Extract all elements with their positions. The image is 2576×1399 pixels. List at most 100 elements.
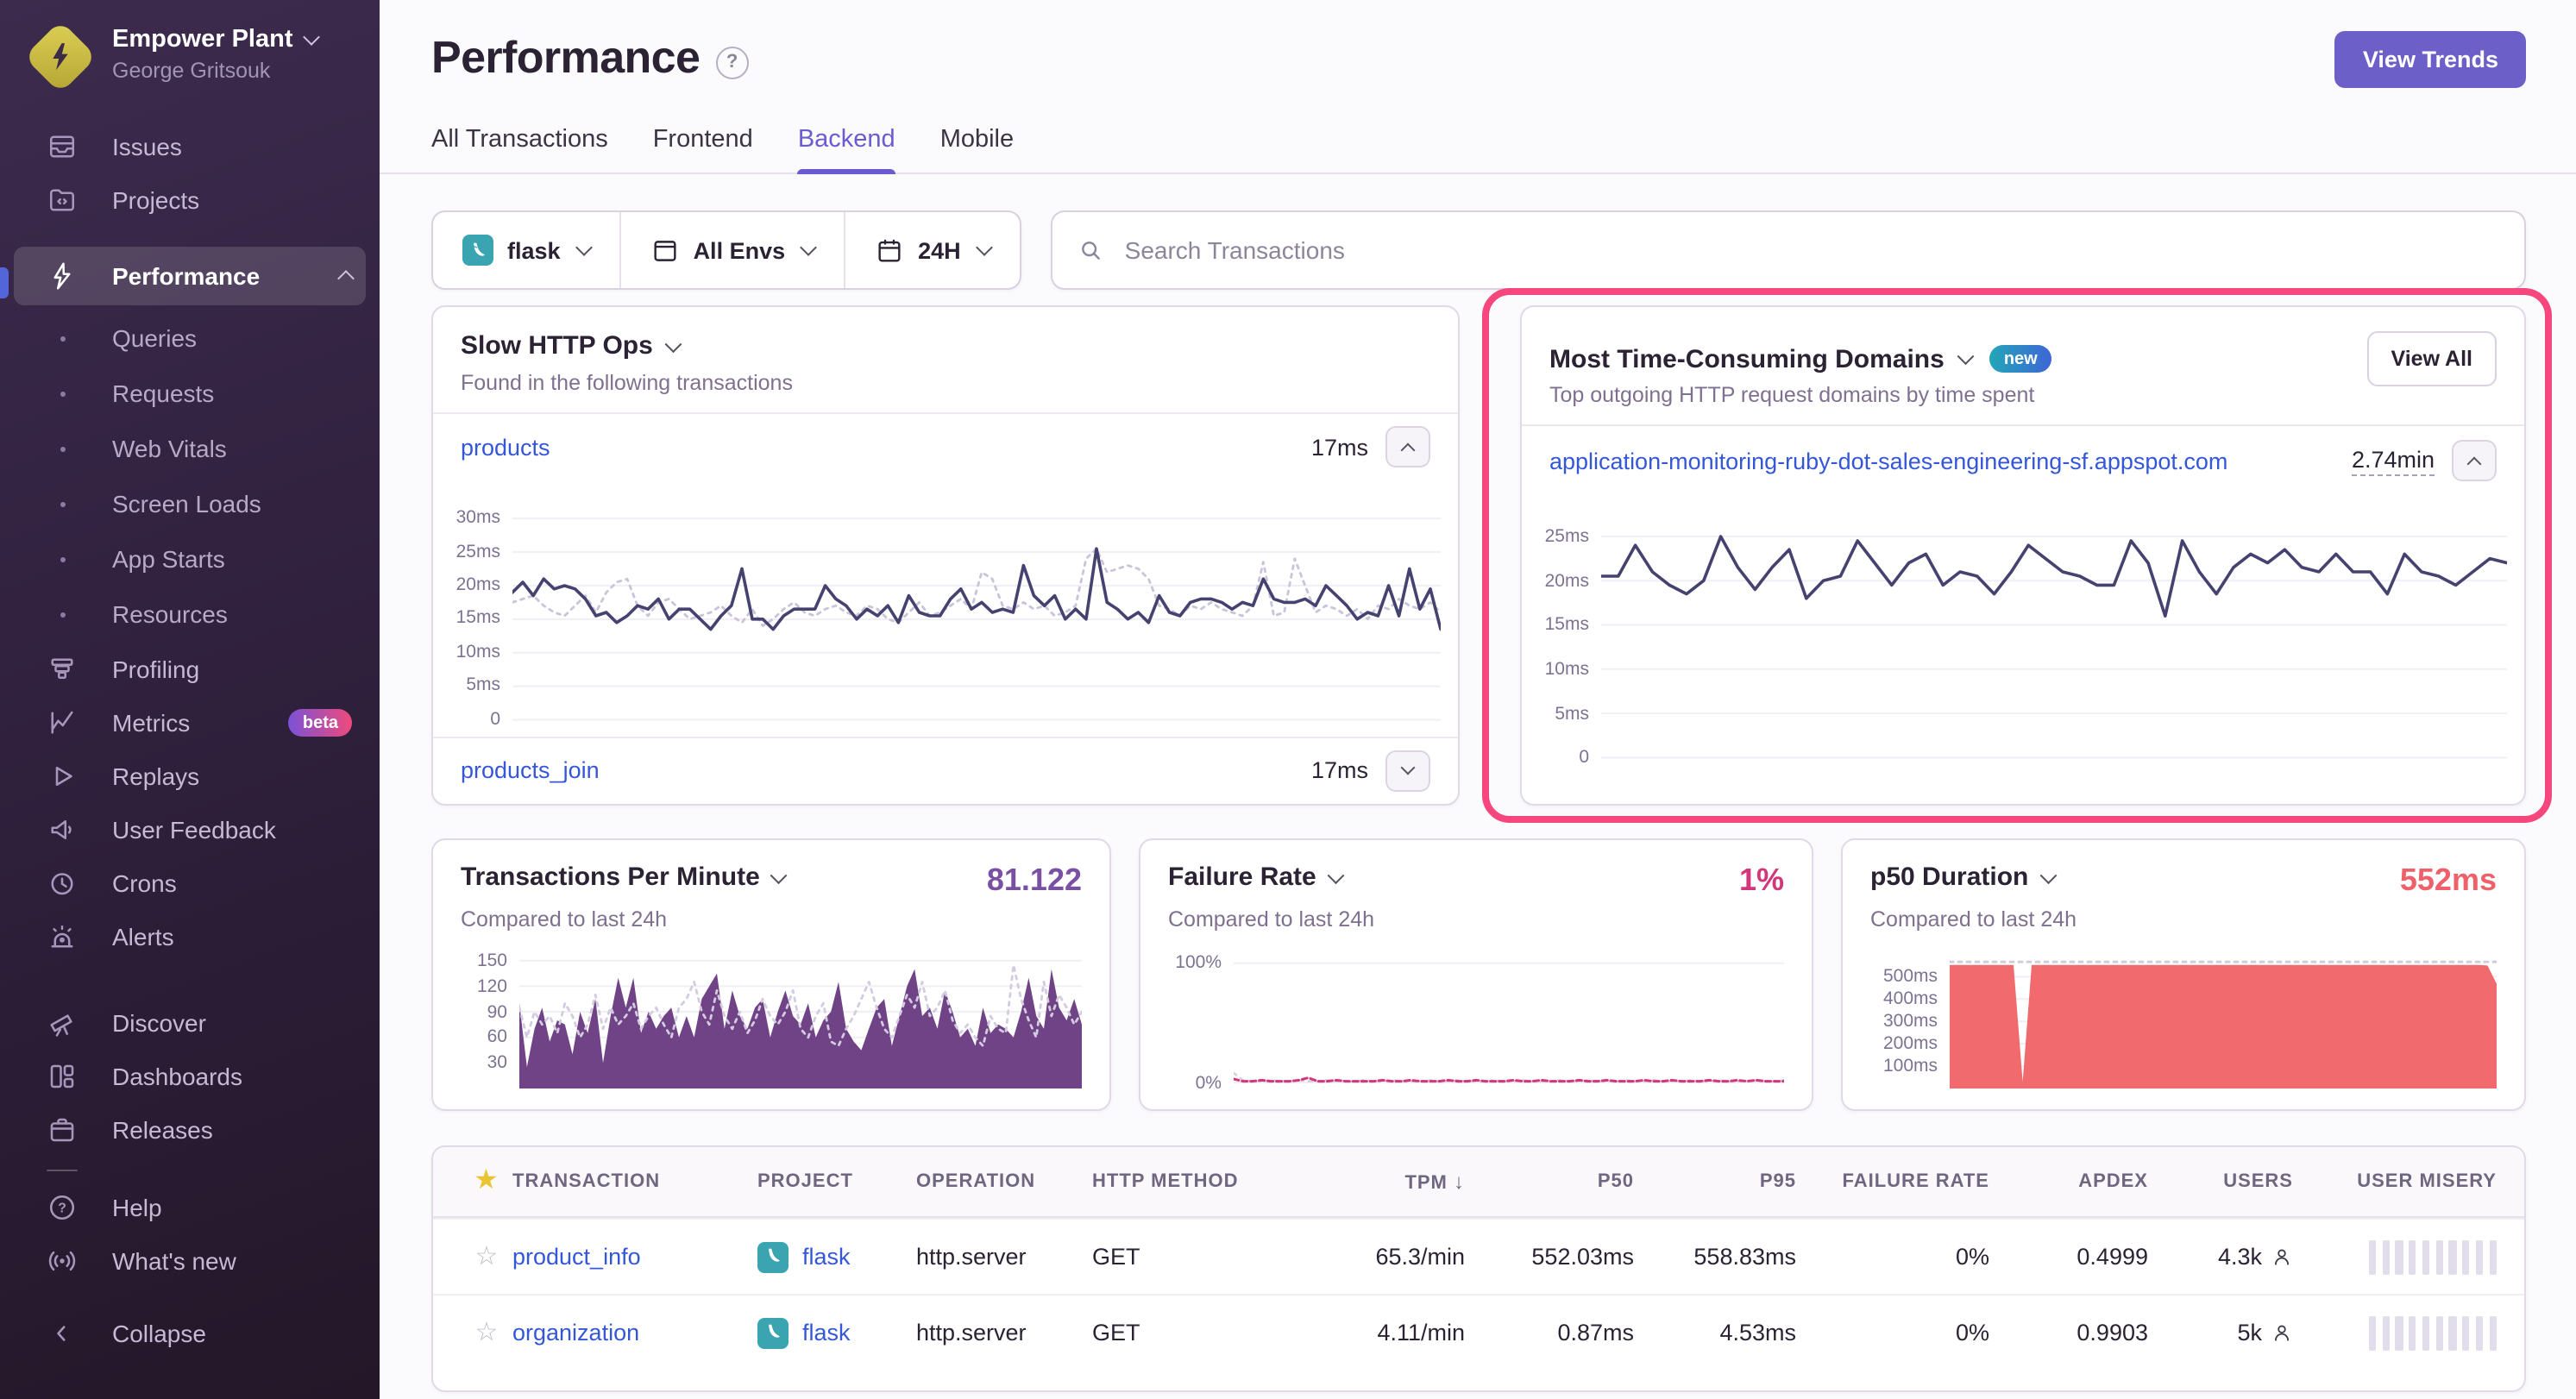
table-header: ★TRANSACTIONPROJECTOPERATIONHTTP METHODT… [433,1147,2524,1218]
sidebar-subitem-web-vitals[interactable]: Web Vitals [14,423,366,474]
column-header-users[interactable]: USERS [2148,1171,2293,1192]
collapse-row-button[interactable] [1385,427,1430,468]
p50-title-dropdown[interactable]: p50 Duration [1870,863,2053,892]
bullet-icon [47,556,78,561]
sidebar-item-performance[interactable]: Performance [14,247,366,305]
sidebar-item-label: Performance [112,262,260,290]
domain-link[interactable]: application-monitoring-ruby-dot-sales-en… [1549,448,2334,474]
project-link[interactable]: flask [802,1244,851,1270]
discover-icon [47,1007,78,1038]
star-toggle[interactable]: ☆ [475,1242,499,1271]
org-switcher[interactable]: Empower Plant George Gritsouk [0,0,380,100]
crons-icon [47,868,78,899]
sidebar-item-dashboards[interactable]: Dashboards [14,1051,366,1102]
search-input[interactable] [1122,235,2500,266]
y-axis-tick: 0% [1196,1072,1222,1093]
collapse-row-button[interactable] [2452,440,2497,481]
chart-plot[interactable] [1950,945,2497,1088]
sidebar-item-help[interactable]: ?Help [14,1182,366,1233]
sentry-org-logo [24,21,97,94]
view-all-button[interactable]: View All [2367,331,2497,386]
card-subtitle: Compared to last 24h [461,907,1082,932]
tab-backend[interactable]: Backend [798,126,895,173]
page-title: Performance [431,31,700,85]
sidebar-item-user-feedback[interactable]: User Feedback [14,804,366,856]
sidebar-item-label: Help [112,1194,162,1221]
transaction-link[interactable]: organization [512,1320,639,1346]
column-header-operation[interactable]: OPERATION [916,1171,1092,1192]
tpm-value: 81.122 [987,863,1082,899]
sidebar-subitem-queries[interactable]: Queries [14,312,366,364]
tpm-title-dropdown[interactable]: Transactions Per Minute [461,863,785,892]
sidebar-item-replays[interactable]: Replays [14,750,366,802]
column-header-p50[interactable]: P50 [1465,1171,1634,1192]
card-subtitle: Compared to last 24h [1870,907,2497,932]
p50-duration-chart[interactable]: 500ms400ms300ms200ms100ms [1870,938,2497,1088]
tab-frontend[interactable]: Frontend [653,126,753,173]
sidebar-item-collapse[interactable]: Collapse [14,1308,366,1359]
domains-chart[interactable]: 25ms20ms15ms10ms5ms0 [1522,495,2524,780]
sidebar-item-profiling[interactable]: Profiling [14,643,366,695]
column-header-http-method[interactable]: HTTP METHOD [1092,1171,1285,1192]
view-trends-button[interactable]: View Trends [2335,31,2526,88]
y-axis-tick: 60 [487,1027,507,1048]
date-range-filter[interactable]: 24H [844,212,1020,288]
column-header-transaction[interactable]: TRANSACTION [512,1171,757,1192]
broadcast-icon [47,1245,78,1277]
chart-plot[interactable] [1234,945,1784,1088]
sidebar-item-metrics[interactable]: Metricsbeta [14,697,366,749]
failure-rate-chart[interactable]: 100%0% [1168,938,1784,1088]
sidebar-subitem-resources[interactable]: Resources [14,588,366,640]
expand-row-button[interactable] [1385,750,1430,792]
chart-plot[interactable] [519,945,1082,1088]
column-header-user-misery[interactable]: USER MISERY [2293,1171,2497,1192]
user-misery-bar [2369,1239,2497,1274]
flask-project-icon [462,235,493,266]
y-axis-tick: 10ms [1545,659,1589,680]
sidebar-subitem-requests[interactable]: Requests [14,367,366,419]
y-axis-labels: 150120906030 [461,945,519,1088]
column-header-failure-rate[interactable]: FAILURE RATE [1796,1171,1989,1192]
sidebar: Empower Plant George Gritsouk IssuesProj… [0,0,380,1399]
tpm-chart[interactable]: 150120906030 [461,938,1082,1088]
content: flask All Envs 24H [380,174,2576,1399]
project-link[interactable]: flask [802,1320,851,1346]
card-title: Failure Rate [1168,863,1316,892]
sidebar-subitem-app-starts[interactable]: App Starts [14,533,366,585]
person-icon [2271,1321,2293,1344]
domains-title-dropdown[interactable]: Most Time-Consuming Domains [1549,344,1971,373]
transaction-link[interactable]: products [461,435,1294,461]
sidebar-item-issues[interactable]: Issues [14,121,366,173]
environment-icon [650,235,680,265]
column-header-tpm[interactable]: TPM ↓ [1285,1170,1465,1194]
sidebar-item-whats-new[interactable]: What's new [14,1235,366,1287]
failure-rate-title-dropdown[interactable]: Failure Rate [1168,863,1341,892]
help-icon[interactable]: ? [715,46,748,78]
sidebar-item-releases[interactable]: Releases [14,1104,366,1156]
chevron-down-icon [303,28,320,46]
sidebar-item-alerts[interactable]: Alerts [14,911,366,963]
sidebar-item-crons[interactable]: Crons [14,857,366,909]
slow-http-ops-chart[interactable]: 30ms25ms20ms15ms10ms5ms0 [433,480,1458,736]
y-axis-tick: 100% [1175,953,1222,974]
slow-http-ops-title-dropdown[interactable]: Slow HTTP Ops [461,331,1430,361]
environment-filter[interactable]: All Envs [619,212,845,288]
star-toggle[interactable]: ☆ [475,1318,499,1347]
project-filter[interactable]: flask [433,212,619,288]
sidebar-item-discover[interactable]: Discover [14,997,366,1049]
column-header-favorites[interactable]: ★ [461,1168,512,1195]
sidebar-item-projects[interactable]: Projects [14,174,366,226]
column-header-project[interactable]: PROJECT [757,1171,916,1192]
chart-plot[interactable] [1601,505,2507,780]
column-header-p95[interactable]: P95 [1634,1171,1796,1192]
tab-mobile[interactable]: Mobile [940,126,1014,173]
p95-cell: 4.53ms [1634,1320,1796,1346]
sidebar-subitem-screen-loads[interactable]: Screen Loads [14,478,366,530]
chart-plot[interactable] [512,491,1441,736]
transaction-link[interactable]: products_join [461,758,1294,784]
transaction-accordion-row: products_join 17ms [433,736,1458,804]
column-header-apdex[interactable]: APDEX [1989,1171,2148,1192]
transaction-link[interactable]: product_info [512,1244,641,1270]
metrics-icon [47,707,78,738]
tab-all-transactions[interactable]: All Transactions [431,126,608,173]
